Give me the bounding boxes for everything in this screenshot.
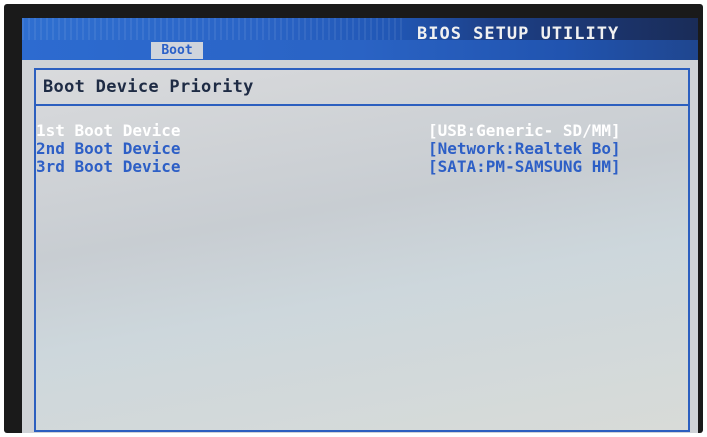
boot-device-row-1[interactable]: 1st Boot Device [USB:Generic- SD/MM] [36,121,676,141]
monitor-bezel: BIOS SETUP UTILITY Boot Boot Device Prio… [4,4,703,433]
bios-screen: BIOS SETUP UTILITY Boot Boot Device Prio… [22,18,698,433]
boot-device-value[interactable]: [USB:Generic- SD/MM] [428,121,621,140]
boot-device-value[interactable]: [Network:Realtek Bo] [428,139,621,158]
boot-device-label: 1st Boot Device [36,121,181,140]
boot-device-value[interactable]: [SATA:PM-SAMSUNG HM] [428,157,621,176]
boot-device-row-2[interactable]: 2nd Boot Device [Network:Realtek Bo] [36,139,676,159]
panel-title: Boot Device Priority [43,77,254,97]
menu-tab-strip [22,40,698,60]
boot-device-label: 3rd Boot Device [36,157,181,176]
boot-device-label: 2nd Boot Device [36,139,181,158]
tab-boot[interactable]: Boot [151,42,203,59]
boot-device-row-3[interactable]: 3rd Boot Device [SATA:PM-SAMSUNG HM] [36,157,676,177]
panel-header: Boot Device Priority [36,70,688,106]
